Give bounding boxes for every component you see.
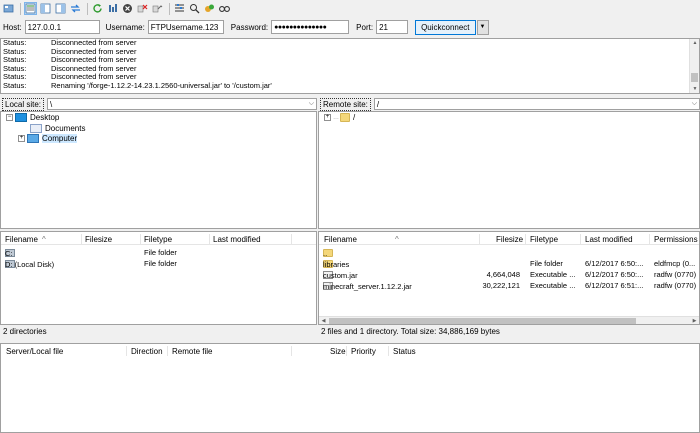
quickconnect-button[interactable]: Quickconnect <box>415 19 476 35</box>
column-size[interactable]: Size <box>330 347 346 356</box>
column-filesize[interactable]: Filesize <box>496 235 523 244</box>
username-label: Username: <box>105 22 145 32</box>
remote-site-bar: Remote site: / ⌵ <box>318 97 700 111</box>
tree-node-computer[interactable]: + Computer <box>18 134 78 143</box>
column-status[interactable]: Status <box>393 347 416 356</box>
computer-icon <box>27 134 39 143</box>
reconnect-icon[interactable] <box>151 2 164 15</box>
sync-browse-icon[interactable] <box>203 2 216 15</box>
chevron-down-icon[interactable]: ⌵ <box>692 100 699 108</box>
process-queue-icon[interactable] <box>106 2 119 15</box>
chevron-down-icon[interactable]: ⌵ <box>309 100 316 108</box>
local-directory-tree[interactable]: − Desktop Documents + Computer <box>0 111 317 229</box>
message-log[interactable]: Status: Disconnected from server Status: D… <box>0 38 700 94</box>
remote-site-path-combo[interactable]: / ⌵ <box>373 98 700 110</box>
file-row[interactable]: minecraft_server.1.12.2.jar 30,222,121 E… <box>319 280 699 291</box>
tree-node-documents[interactable]: Documents <box>30 124 85 133</box>
scrollbar-thumb[interactable] <box>691 73 698 82</box>
remote-site-label: Remote site: <box>320 97 371 111</box>
site-manager-icon[interactable] <box>2 2 15 15</box>
disconnect-icon[interactable] <box>136 2 149 15</box>
column-permissions[interactable]: Permissions <box>654 235 698 244</box>
local-site-label: Local site: <box>2 97 45 111</box>
column-filetype[interactable]: Filetype <box>144 235 172 244</box>
column-filename[interactable]: Filename <box>5 235 38 244</box>
file-row[interactable]: custom.jar 4,664,048 Executable ... 6/12… <box>319 269 699 280</box>
scroll-left-icon[interactable]: ◀ <box>319 317 328 324</box>
host-input[interactable] <box>24 20 100 34</box>
transfer-queue[interactable]: Server/Local file Direction Remote file … <box>0 343 700 433</box>
chevron-down-icon: ▼ <box>479 24 486 30</box>
tree-node-root[interactable]: + … / <box>324 113 355 122</box>
toolbar-separator <box>20 2 21 15</box>
quickconnect-dropdown-button[interactable]: ▼ <box>476 19 489 35</box>
local-site-bar: Local site: \ ⌵ <box>0 97 317 111</box>
compare-icon[interactable] <box>188 2 201 15</box>
quickconnect-bar: Host: Username: Password: Port: Quickcon… <box>0 18 700 36</box>
password-label: Password: <box>230 22 269 32</box>
log-scrollbar[interactable]: ▲ ▼ <box>689 39 699 93</box>
collapse-icon[interactable]: − <box>6 114 13 121</box>
toolbar-separator <box>169 2 170 15</box>
remote-file-list-hscrollbar[interactable]: ◀ ▶ <box>319 316 699 324</box>
port-input[interactable] <box>376 20 409 34</box>
expand-icon[interactable]: + <box>18 135 25 142</box>
remote-site-path: / <box>376 99 380 109</box>
column-filetype[interactable]: Filetype <box>530 235 558 244</box>
sort-ascending-icon: ^ <box>42 235 46 244</box>
remote-status-bar: 2 files and 1 directory. Total size: 34,… <box>321 327 500 336</box>
scrollbar-thumb[interactable] <box>329 318 636 324</box>
toolbar <box>0 0 700 17</box>
username-input[interactable] <box>147 20 224 34</box>
host-label: Host: <box>3 22 22 32</box>
local-site-path-combo[interactable]: \ ⌵ <box>47 98 317 110</box>
toolbar-separator <box>87 2 88 15</box>
log-entry: Status: Renaming '/forge-1.12.2-14.23.1.2… <box>3 80 272 90</box>
local-file-list[interactable]: ^ Filename Filesize Filetype Last modifi… <box>0 231 317 325</box>
local-file-list-header: ^ Filename Filesize Filetype Last modifi… <box>1 232 316 245</box>
documents-icon <box>30 124 42 133</box>
filter-icon[interactable] <box>173 2 186 15</box>
toggle-log-icon[interactable] <box>24 2 37 15</box>
scroll-down-icon[interactable]: ▼ <box>690 85 699 93</box>
column-server-local-file[interactable]: Server/Local file <box>6 347 63 356</box>
scroll-right-icon[interactable]: ▶ <box>690 317 699 324</box>
sort-ascending-icon: ^ <box>395 235 399 244</box>
column-last-modified[interactable]: Last modified <box>213 235 261 244</box>
search-icon[interactable] <box>218 2 231 15</box>
local-site-path: \ <box>50 99 53 109</box>
column-remote-file[interactable]: Remote file <box>172 347 212 356</box>
desktop-icon <box>15 113 27 122</box>
toggle-local-tree-icon[interactable] <box>39 2 52 15</box>
toggle-queue-icon[interactable] <box>69 2 82 15</box>
column-last-modified[interactable]: Last modified <box>585 235 633 244</box>
file-row[interactable]: D: (Local Disk) File folder <box>1 258 316 269</box>
file-row-parent[interactable]: .. <box>319 247 699 258</box>
cancel-icon[interactable] <box>121 2 134 15</box>
expand-icon[interactable]: + <box>324 114 331 121</box>
refresh-icon[interactable] <box>91 2 104 15</box>
column-filesize[interactable]: Filesize <box>85 235 112 244</box>
scroll-up-icon[interactable]: ▲ <box>690 39 699 47</box>
folder-icon <box>340 113 350 122</box>
file-row[interactable]: libraries File folder 6/12/2017 6:50:...… <box>319 258 699 269</box>
remote-file-list[interactable]: ^ Filename Filesize Filetype Last modifi… <box>318 231 700 325</box>
column-filename[interactable]: Filename <box>324 235 357 244</box>
remote-file-list-header: ^ Filename Filesize Filetype Last modifi… <box>319 232 699 245</box>
tree-node-desktop[interactable]: − Desktop <box>6 113 59 122</box>
toggle-remote-tree-icon[interactable] <box>54 2 67 15</box>
port-label: Port: <box>356 22 374 32</box>
file-row[interactable]: C: File folder <box>1 247 316 258</box>
password-input[interactable] <box>271 20 350 34</box>
column-priority[interactable]: Priority <box>351 347 376 356</box>
column-direction[interactable]: Direction <box>131 347 163 356</box>
local-status-bar: 2 directories <box>3 327 47 336</box>
remote-directory-tree[interactable]: + … / <box>318 111 700 229</box>
